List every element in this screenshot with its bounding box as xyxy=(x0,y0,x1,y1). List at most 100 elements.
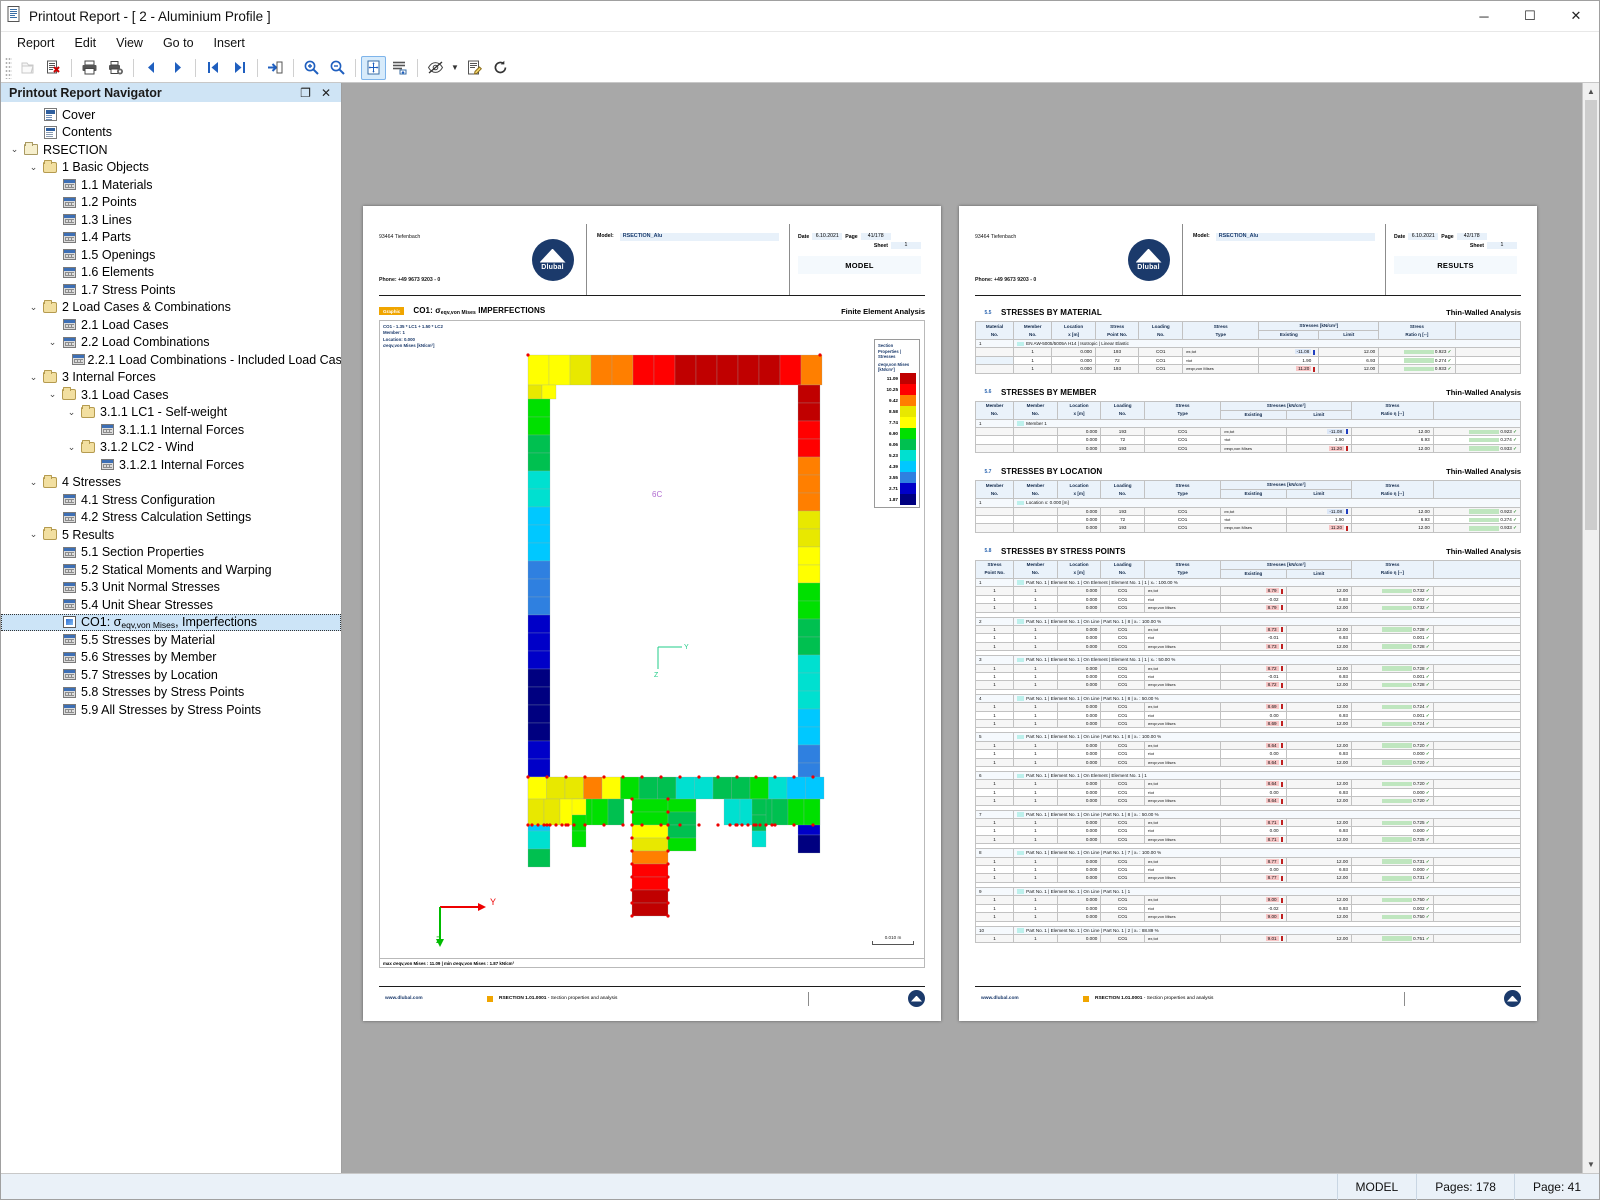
tree-item-contents[interactable]: ⌄ Contents xyxy=(1,124,341,142)
edit-selection-icon[interactable] xyxy=(462,56,487,80)
tree-item-3-1-load-cases[interactable]: ⌄ 3.1 Load Cases xyxy=(1,386,341,404)
results-table[interactable]: Member No. Member No. Location x [m] Loading No… xyxy=(974,400,1522,454)
tree-item-1-3-lines[interactable]: ⌄ 1.3 Lines xyxy=(1,211,341,229)
results-table[interactable]: Stress Point No. Member No. Location x [m] Loa… xyxy=(974,559,1522,944)
toolbar-grip[interactable] xyxy=(5,56,12,79)
tree-item-rsection[interactable]: ⌄ RSECTION xyxy=(1,141,341,159)
refresh-icon[interactable] xyxy=(488,56,513,80)
tree-item-co1-eqv-von-mises-imperfections[interactable]: ⌄ CO1: σeqv,von Mises, Imperfections xyxy=(1,613,341,631)
expander-icon[interactable]: ⌄ xyxy=(45,389,60,400)
tree-item-5-2-statical-moments-and-warping[interactable]: ⌄ 5.2 Statical Moments and Warping xyxy=(1,561,341,579)
tree-item-1-2-points[interactable]: ⌄ 1.2 Points xyxy=(1,194,341,212)
results-table[interactable]: Material No. Member No. Location x [m] Stress P… xyxy=(974,321,1522,374)
tree-item-3-1-1-1-internal-forces[interactable]: ⌄ 3.1.1.1 Internal Forces xyxy=(1,421,341,439)
table-row[interactable]: 0.000 193 CO1 σeqv,von Mises 11.20 12.00 0.93… xyxy=(974,443,1522,454)
tree-item-3-1-1-lc1-self-weight[interactable]: ⌄ 3.1.1 LC1 - Self-weight xyxy=(1,404,341,422)
dlubal-url-left[interactable]: www.dlubal.com xyxy=(379,996,487,1001)
chevron-down-icon[interactable]: ▼ xyxy=(449,56,461,80)
scrollbar-thumb[interactable] xyxy=(1585,100,1597,530)
pages-canvas[interactable]: 93464 Tiefenbach Phone: +49 9673 9203 - … xyxy=(342,83,1582,1173)
table-row[interactable]: 1 1 0.000 CO1 σx,tot 8.64 12.00 0.720 ✓ xyxy=(974,740,1522,751)
table-row[interactable]: 1 1 0.000 CO1 τtot -0.02 6.93 0.002 ✓ xyxy=(974,594,1522,605)
zoom-in-icon[interactable] xyxy=(299,56,324,80)
tree-item-5-results[interactable]: ⌄ 5 Results xyxy=(1,526,341,544)
print-icon[interactable] xyxy=(77,56,102,80)
table-row[interactable]: 1 1 0.000 CO1 τtot -0.01 6.93 0.001 ✓ xyxy=(974,633,1522,643)
tree-item-2-1-load-cases[interactable]: ⌄ 2.1 Load Cases xyxy=(1,316,341,334)
menu-view[interactable]: View xyxy=(106,34,153,52)
last-page-icon[interactable] xyxy=(227,56,252,80)
results-table[interactable]: Member No. Member No. Location x [m] Loading No… xyxy=(974,480,1522,533)
expander-icon[interactable]: ⌄ xyxy=(26,302,41,313)
vertical-scrollbar[interactable]: ▲ ▼ xyxy=(1582,83,1599,1173)
table-row[interactable]: 1 1 0.000 CO1 σeqv,von Mises 8.77 12.00 0.731 … xyxy=(974,873,1522,883)
table-row[interactable]: 1 1 0.000 CO1 σx,tot 8.79 12.00 0.732 ✓ xyxy=(974,586,1522,596)
scrollbar-track[interactable] xyxy=(1583,100,1599,1156)
view-mode-icon[interactable] xyxy=(423,56,448,80)
table-row[interactable]: 1 1 0.000 CO1 σx,tot 9.01 12.00 0.751 ✓ xyxy=(974,933,1522,944)
expander-icon[interactable]: ⌄ xyxy=(7,144,22,155)
table-row[interactable]: 0.000 193 CO1 σeqv,von Mises 11.20 12.00 0.93… xyxy=(974,523,1522,533)
tree-item-cover[interactable]: ⌄ Cover xyxy=(1,106,341,124)
report-page-left[interactable]: 93464 Tiefenbach Phone: +49 9673 9203 - … xyxy=(363,206,941,1021)
dlubal-url-right[interactable]: www.dlubal.com xyxy=(975,996,1083,1001)
previous-page-icon[interactable] xyxy=(139,56,164,80)
close-panel-icon[interactable]: ✕ xyxy=(321,87,331,99)
fit-page-icon[interactable] xyxy=(361,55,386,80)
menu-edit[interactable]: Edit xyxy=(65,34,107,52)
expander-icon[interactable]: ⌄ xyxy=(26,529,41,540)
table-row[interactable]: 1 1 0.000 CO1 σeqv,von Mises 8.69 12.00 0.724 … xyxy=(974,718,1522,729)
report-tree[interactable]: ⌄Cover⌄Contents⌄RSECTION⌄1 Basic Objects… xyxy=(1,102,341,1173)
graphic-frame[interactable]: CO1 - 1.35 * LC1 + 1.50 * LC2 Member: 1 … xyxy=(379,320,925,968)
table-row[interactable]: 1 1 0.000 CO1 τtot 0.00 6.93 0.000 ✓ xyxy=(974,749,1522,759)
tree-item-1-5-openings[interactable]: ⌄ 1.5 Openings xyxy=(1,246,341,264)
table-row[interactable]: 1 0.000 72 CO1 τtot 1.90 6.93 0.274 ✓ xyxy=(974,355,1522,366)
tree-item-4-1-stress-configuration[interactable]: ⌄ 4.1 Stress Configuration xyxy=(1,491,341,509)
table-row[interactable]: 1 1 0.000 CO1 σx,tot 8.73 12.00 0.728 ✓ xyxy=(974,624,1522,635)
tree-item-5-4-unit-shear-stresses[interactable]: ⌄ 5.4 Unit Shear Stresses xyxy=(1,596,341,614)
table-row[interactable]: 1 1 0.000 CO1 σeqv,von Mises 8.72 12.00 0.728 … xyxy=(974,680,1522,690)
table-row[interactable]: 1 1 0.000 CO1 σeqv,von Mises 9.00 12.00 0.750 … xyxy=(974,912,1522,922)
table-row[interactable]: 0.000 72 CO1 τtot 1.90 6.93 0.274 ✓ xyxy=(974,515,1522,525)
tree-item-5-1-section-properties[interactable]: ⌄ 5.1 Section Properties xyxy=(1,544,341,562)
table-row[interactable]: 1 1 0.000 CO1 σx,tot 8.69 12.00 0.724 ✓ xyxy=(974,702,1522,712)
tree-item-5-3-unit-normal-stresses[interactable]: ⌄ 5.3 Unit Normal Stresses xyxy=(1,579,341,597)
expander-icon[interactable]: ⌄ xyxy=(26,477,41,488)
tree-item-2-2-load-combinations[interactable]: ⌄ 2.2 Load Combinations xyxy=(1,334,341,352)
table-row[interactable]: 1 1 0.000 CO1 σeqv,von Mises 8.64 12.00 0.720 … xyxy=(974,796,1522,806)
scroll-down-button[interactable]: ▼ xyxy=(1583,1156,1599,1173)
tree-item-2-load-cases-combinations[interactable]: ⌄ 2 Load Cases & Combinations xyxy=(1,299,341,317)
table-row[interactable]: 1 1 0.000 CO1 τtot 0.00 6.93 0.000 ✓ xyxy=(974,787,1522,798)
table-row[interactable]: 1 1 0.000 CO1 σeqv,von Mises 8.71 12.00 0.725 … xyxy=(974,834,1522,845)
zoom-out-icon[interactable] xyxy=(325,56,350,80)
tree-item-1-7-stress-points[interactable]: ⌄ 1.7 Stress Points xyxy=(1,281,341,299)
table-row[interactable]: 1 1 0.000 CO1 τtot 0.00 6.93 0.001 ✓ xyxy=(974,710,1522,720)
tree-item-5-7-stresses-by-location[interactable]: ⌄ 5.7 Stresses by Location xyxy=(1,666,341,684)
tree-item-1-4-parts[interactable]: ⌄ 1.4 Parts xyxy=(1,229,341,247)
open-report-icon[interactable] xyxy=(15,56,40,80)
menu-goto[interactable]: Go to xyxy=(153,34,204,52)
tree-item-5-5-stresses-by-material[interactable]: ⌄ 5.5 Stresses by Material xyxy=(1,631,341,649)
table-row[interactable]: 1 1 0.000 CO1 σx,tot 9.00 12.00 0.750 ✓ xyxy=(974,895,1522,905)
close-button[interactable]: ✕ xyxy=(1553,1,1599,32)
delete-report-icon[interactable] xyxy=(41,56,66,80)
expander-icon[interactable]: ⌄ xyxy=(45,337,60,348)
maximize-button[interactable]: ☐ xyxy=(1507,1,1553,32)
report-page-right[interactable]: 93464 Tiefenbach Phone: +49 9673 9203 - … xyxy=(959,206,1537,1021)
model-name-field[interactable]: RSECTION_Alu xyxy=(619,233,779,241)
go-to-page-icon[interactable] xyxy=(263,56,288,80)
expander-icon[interactable]: ⌄ xyxy=(26,162,41,173)
menu-report[interactable]: Report xyxy=(7,34,65,52)
table-row[interactable]: 1 1 0.000 CO1 τtot -0.02 6.93 0.002 ✓ xyxy=(974,903,1522,914)
tree-item-4-stresses[interactable]: ⌄ 4 Stresses xyxy=(1,474,341,492)
expander-icon[interactable]: ⌄ xyxy=(64,442,79,453)
tree-item-5-8-stresses-by-stress-points[interactable]: ⌄ 5.8 Stresses by Stress Points xyxy=(1,684,341,702)
tree-item-3-1-2-lc2-wind[interactable]: ⌄ 3.1.2 LC2 - Wind xyxy=(1,439,341,457)
table-row[interactable]: 0.000 193 CO1 σx,tot -11.08 12.00 0.923 ✓ xyxy=(974,427,1522,437)
expander-icon[interactable]: ⌄ xyxy=(64,407,79,418)
tree-item-1-1-materials[interactable]: ⌄ 1.1 Materials xyxy=(1,176,341,194)
table-row[interactable]: 1 1 0.000 CO1 σx,tot 8.64 12.00 0.720 ✓ xyxy=(974,779,1522,789)
scroll-up-button[interactable]: ▲ xyxy=(1583,83,1599,100)
table-row[interactable]: 1 1 0.000 CO1 σx,tot 8.77 12.00 0.731 ✓ xyxy=(974,856,1522,867)
table-row[interactable]: 1 1 0.000 CO1 σeqv,von Mises 8.79 12.00 0.732 … xyxy=(974,603,1522,613)
